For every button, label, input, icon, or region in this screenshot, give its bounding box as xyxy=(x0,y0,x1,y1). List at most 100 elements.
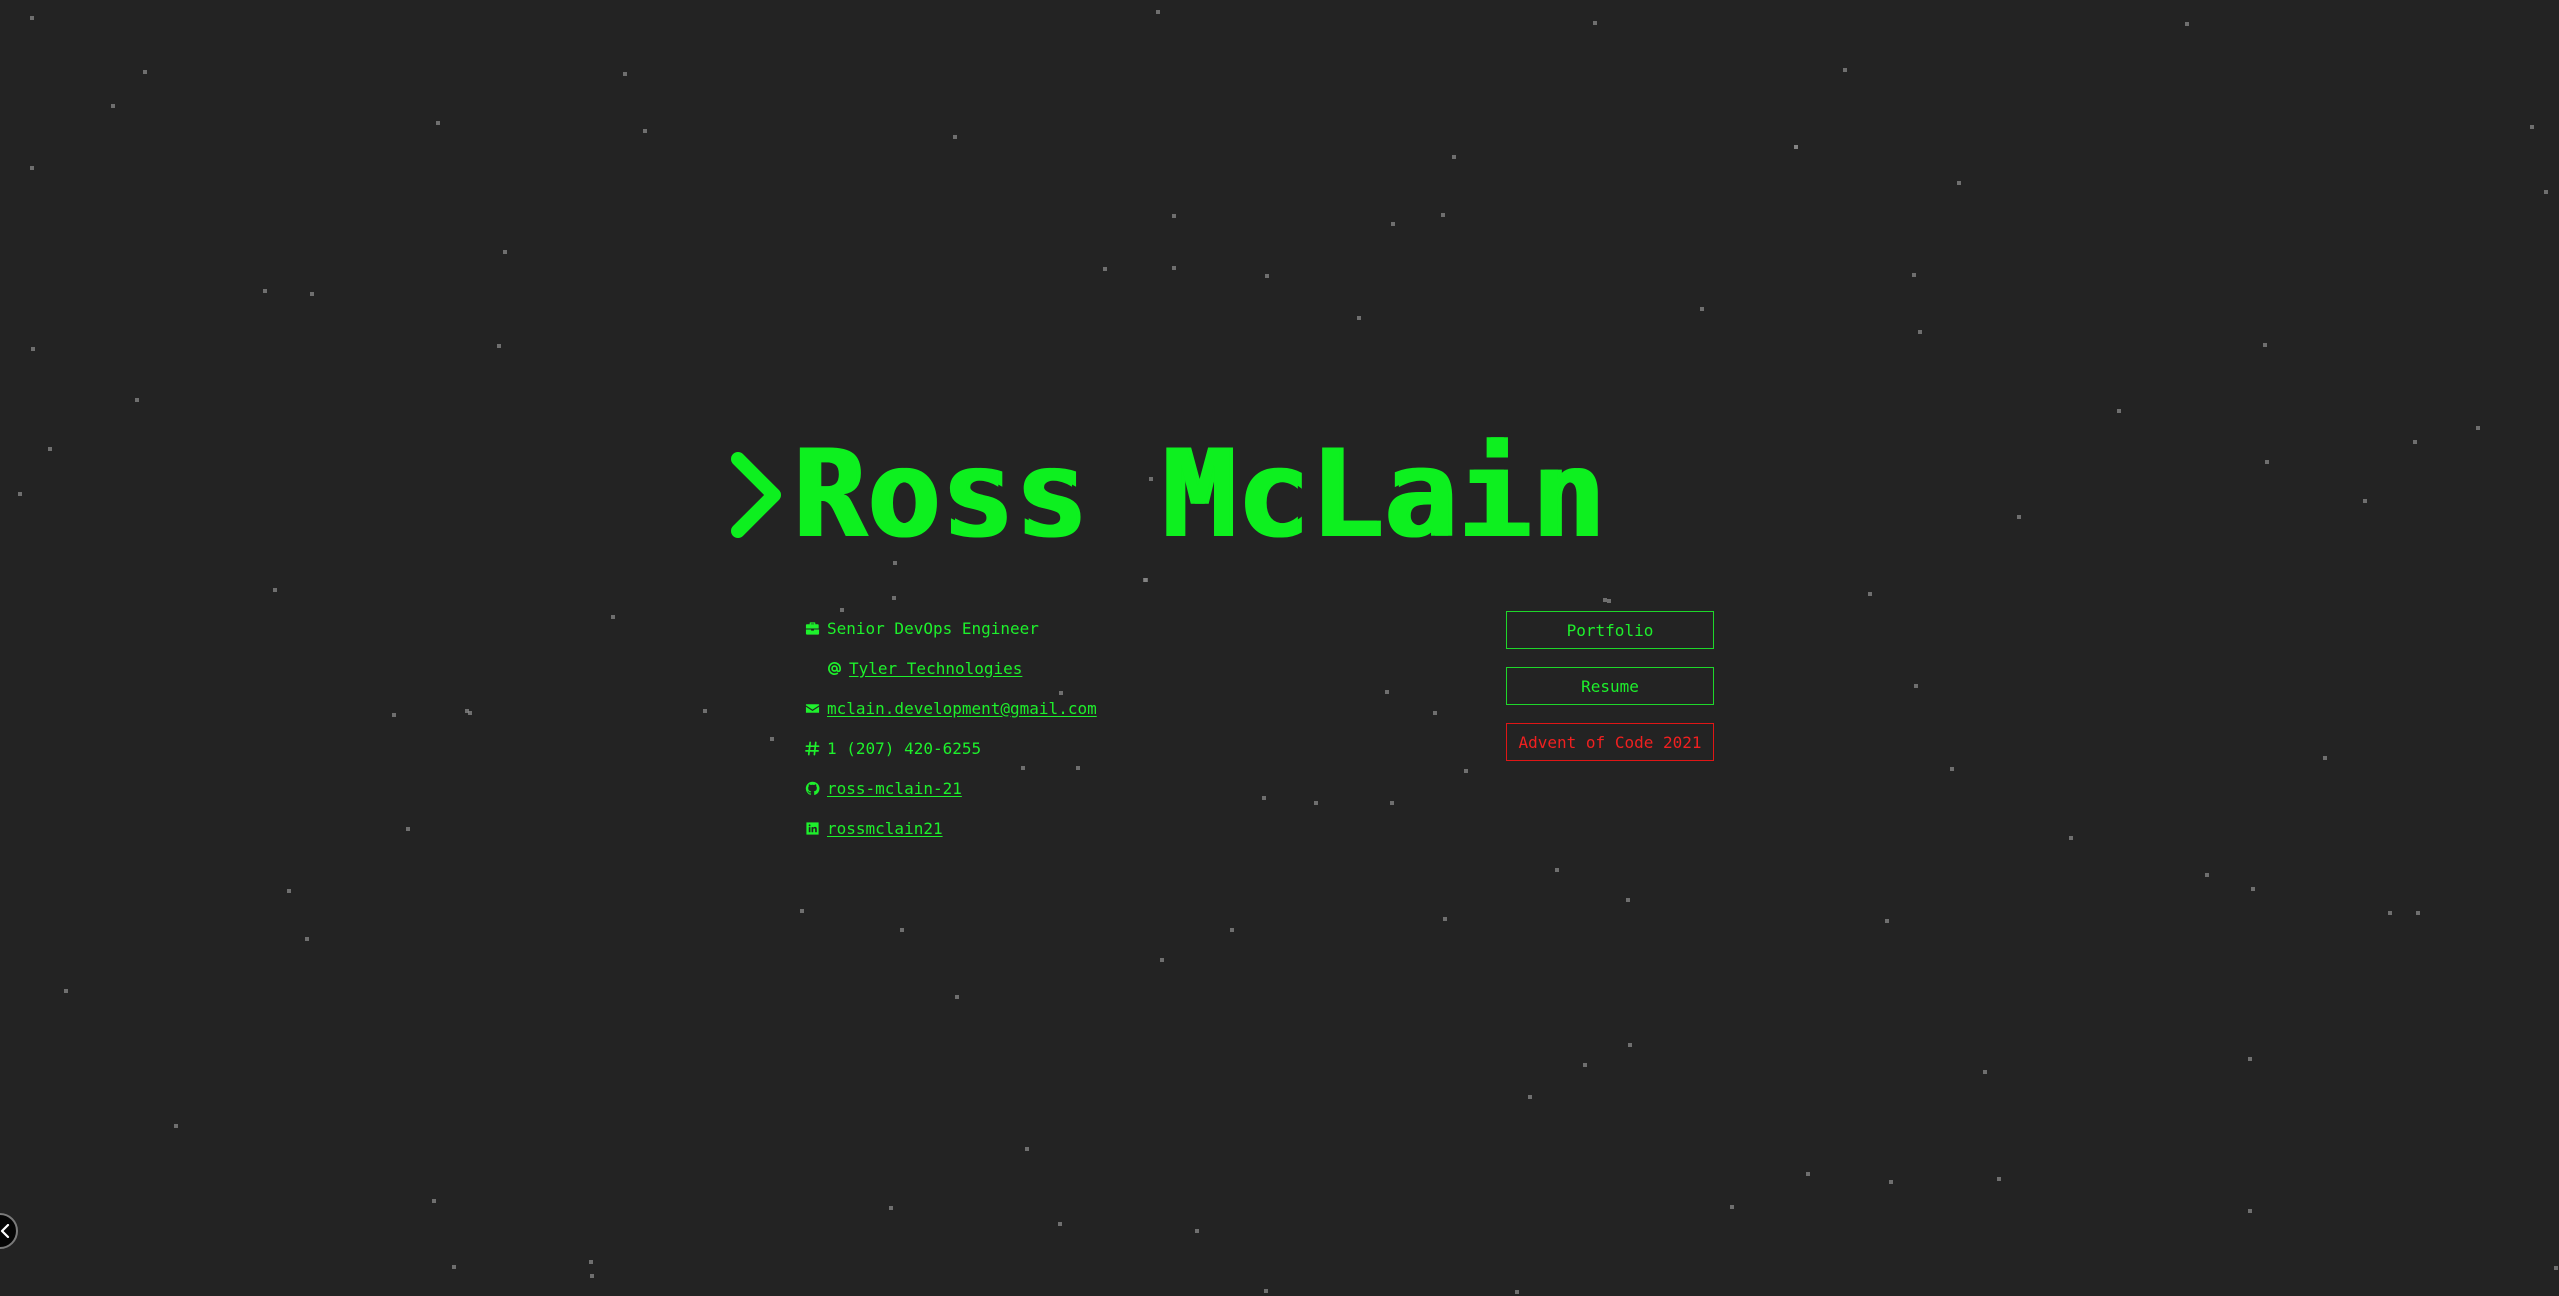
star-dot xyxy=(1314,801,1318,805)
star-dot xyxy=(1843,68,1847,72)
job-title: Senior DevOps Engineer xyxy=(827,618,1039,638)
linkedin-icon xyxy=(804,820,820,836)
star-dot xyxy=(611,615,615,619)
star-dot xyxy=(310,292,314,296)
star-dot xyxy=(955,995,959,999)
star-dot xyxy=(1593,21,1597,25)
star-dot xyxy=(1515,1290,1519,1294)
star-dot xyxy=(305,937,309,941)
star-dot xyxy=(143,70,147,74)
action-buttons: Portfolio Resume Advent of Code 2021 xyxy=(1506,611,1714,779)
star-dot xyxy=(1262,796,1266,800)
star-dot xyxy=(2413,440,2417,444)
star-dot xyxy=(2069,836,2073,840)
linkedin-row: rossmclain21 xyxy=(804,808,1097,848)
star-dot xyxy=(1997,1177,2001,1181)
star-dot xyxy=(1914,684,1918,688)
company-link[interactable]: Tyler Technologies xyxy=(849,659,1022,678)
advent-of-code-button[interactable]: Advent of Code 2021 xyxy=(1506,723,1714,761)
star-dot xyxy=(174,1124,178,1128)
at-icon xyxy=(826,660,842,676)
star-dot xyxy=(31,347,35,351)
star-dot xyxy=(2416,911,2420,915)
star-dot xyxy=(2544,190,2548,194)
star-dot xyxy=(2248,1057,2252,1061)
star-dot xyxy=(1195,1229,1199,1233)
star-dot xyxy=(465,709,469,713)
star-dot xyxy=(2185,22,2189,26)
briefcase-icon xyxy=(804,620,820,636)
star-dot xyxy=(1628,1043,1632,1047)
star-dot xyxy=(1528,1095,1532,1099)
star-dot xyxy=(2554,1266,2558,1270)
star-dot xyxy=(889,1206,893,1210)
star-dot xyxy=(1156,10,1160,14)
star-dot xyxy=(135,398,139,402)
star-dot xyxy=(436,121,440,125)
star-dot xyxy=(1390,801,1394,805)
star-dot xyxy=(2263,343,2267,347)
star-dot xyxy=(1452,155,1456,159)
chevron-right-icon xyxy=(730,447,788,543)
star-dot xyxy=(1889,1180,1893,1184)
star-dot xyxy=(1441,213,1445,217)
star-dot xyxy=(2117,409,2121,413)
star-dot xyxy=(18,492,22,496)
star-dot xyxy=(590,1274,594,1278)
phone-number: 1 (207) 420-6255 xyxy=(827,738,982,758)
resume-button[interactable]: Resume xyxy=(1506,667,1714,705)
star-dot xyxy=(1025,1147,1029,1151)
star-dot xyxy=(1603,598,1607,602)
star-dot xyxy=(1058,1222,1062,1226)
star-dot xyxy=(1794,145,1798,149)
star-dot xyxy=(452,1265,456,1269)
star-dot xyxy=(2476,426,2480,430)
star-dot xyxy=(800,909,804,913)
star-dot xyxy=(589,1260,593,1264)
star-dot xyxy=(1264,1289,1268,1293)
star-dot xyxy=(1806,1172,1810,1176)
star-dot xyxy=(2265,460,2269,464)
star-dot xyxy=(1443,917,1447,921)
star-dot xyxy=(1868,592,1872,596)
star-dot xyxy=(2017,515,2021,519)
contact-info: Senior DevOps Engineer Tyler Technologie… xyxy=(804,608,1097,848)
star-dot xyxy=(1555,868,1559,872)
email-link[interactable]: mclain.development@gmail.com xyxy=(827,699,1097,718)
star-dot xyxy=(30,166,34,170)
page-background: Ross McLain Senior DevOps Engineer Tyler… xyxy=(0,0,2559,1296)
star-dot xyxy=(1144,578,1148,582)
github-row: ross-mclain-21 xyxy=(804,768,1097,808)
star-dot xyxy=(273,588,277,592)
github-link[interactable]: ross-mclain-21 xyxy=(827,779,962,798)
phone-row: 1 (207) 420-6255 xyxy=(804,728,1097,768)
star-dot xyxy=(2530,125,2534,129)
company-row: Tyler Technologies xyxy=(804,648,1097,688)
star-dot xyxy=(1983,1070,1987,1074)
star-dot xyxy=(1160,958,1164,962)
star-dot xyxy=(2388,911,2392,915)
star-dot xyxy=(1950,767,1954,771)
star-dot xyxy=(1172,266,1176,270)
star-dot xyxy=(1357,316,1361,320)
portfolio-button[interactable]: Portfolio xyxy=(1506,611,1714,649)
star-dot xyxy=(623,72,627,76)
linkedin-link[interactable]: rossmclain21 xyxy=(827,819,943,838)
star-dot xyxy=(2205,873,2209,877)
star-dot xyxy=(1700,307,1704,311)
star-dot xyxy=(30,16,34,20)
star-dot xyxy=(2251,887,2255,891)
star-dot xyxy=(1607,599,1611,603)
star-dot xyxy=(287,889,291,893)
star-dot xyxy=(263,289,267,293)
star-dot xyxy=(953,135,957,139)
star-dot xyxy=(48,447,52,451)
star-dot xyxy=(892,596,896,600)
job-title-row: Senior DevOps Engineer xyxy=(804,608,1097,648)
corner-toggle-button[interactable] xyxy=(0,1213,18,1249)
star-dot xyxy=(392,713,396,717)
star-dot xyxy=(406,827,410,831)
star-dot xyxy=(1464,769,1468,773)
star-dot xyxy=(1885,919,1889,923)
github-icon xyxy=(804,780,820,796)
